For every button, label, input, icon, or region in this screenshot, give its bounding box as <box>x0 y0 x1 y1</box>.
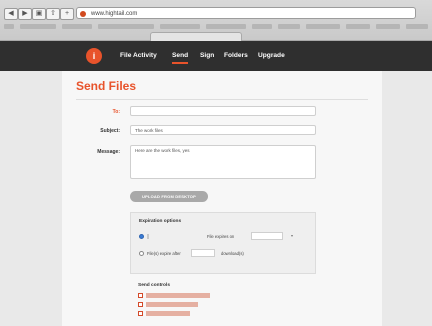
browser-tab[interactable] <box>150 32 242 41</box>
verify-recipient-label-illegible <box>146 302 198 307</box>
back-icon[interactable]: ◀ <box>4 8 18 20</box>
message-field[interactable]: Here are the work files, yes <box>130 145 316 179</box>
to-field[interactable] <box>130 106 316 116</box>
bookmark-item[interactable] <box>4 24 14 29</box>
nav-sign[interactable]: Sign <box>200 51 214 61</box>
bookmark-item[interactable] <box>98 24 154 29</box>
forward-icon[interactable]: ▶ <box>18 8 32 20</box>
expiration-options-panel: Expiration options File expires on ▾ Fil… <box>130 212 316 274</box>
expire-after-downloads-radio[interactable] <box>139 251 144 256</box>
bookmark-item[interactable] <box>278 24 300 29</box>
downloads-unit-label: download(s) <box>221 251 244 256</box>
expiry-date-select[interactable] <box>251 232 283 240</box>
nav-folders[interactable]: Folders <box>224 51 248 61</box>
bookmark-item[interactable] <box>306 24 340 29</box>
bookmark-item[interactable] <box>62 24 92 29</box>
bookmark-item[interactable] <box>376 24 400 29</box>
page-title: Send Files <box>76 79 137 93</box>
bookmark-item[interactable] <box>160 24 200 29</box>
chevron-down-icon[interactable]: ▾ <box>291 233 293 238</box>
send-files-page: Send Files To: Subject: The work files M… <box>62 71 382 326</box>
nav-file-activity[interactable]: File Activity <box>120 51 157 61</box>
browser-chrome: ◀ ▶ ▣ ⇧ + www.hightail.com <box>0 0 432 41</box>
title-divider <box>76 99 368 100</box>
bookmark-item[interactable] <box>406 24 428 29</box>
upload-from-desktop-button[interactable]: UPLOAD FROM DESKTOP <box>130 191 208 202</box>
password-protect-checkbox[interactable] <box>138 293 143 298</box>
bookmark-item[interactable] <box>20 24 56 29</box>
bookmarks-bar <box>0 22 432 31</box>
return-receipt-label-illegible <box>146 311 190 316</box>
expire-option-text-illegible <box>147 234 149 239</box>
address-text: www.hightail.com <box>91 11 138 17</box>
message-label: Message: <box>97 149 120 155</box>
site-icon <box>80 11 86 17</box>
share-icon[interactable]: ⇧ <box>46 8 60 20</box>
to-label: To: <box>112 109 120 115</box>
expiration-options-title: Expiration options <box>139 219 182 224</box>
bookmark-item[interactable] <box>346 24 370 29</box>
download-count-select[interactable] <box>191 249 215 257</box>
password-protect-label-illegible <box>146 293 210 298</box>
tabs-icon[interactable]: ▣ <box>32 8 46 20</box>
nav-upgrade[interactable]: Upgrade <box>258 51 285 61</box>
subject-label: Subject: <box>100 128 120 134</box>
bookmark-item[interactable] <box>206 24 246 29</box>
app-nav-bar: i File Activity Send Sign Folders Upgrad… <box>0 41 432 71</box>
expire-after-label: File(s) expire after <box>147 251 181 256</box>
subject-field[interactable]: The work files <box>130 125 316 135</box>
nav-send[interactable]: Send <box>172 51 189 64</box>
expire-option-label: File expires on <box>207 234 235 239</box>
add-tab-icon[interactable]: + <box>60 8 74 20</box>
verify-recipient-checkbox[interactable] <box>138 302 143 307</box>
expire-on-date-radio[interactable] <box>139 234 144 239</box>
return-receipt-checkbox[interactable] <box>138 311 143 316</box>
bookmark-item[interactable] <box>252 24 272 29</box>
hightail-logo-icon[interactable]: i <box>86 48 102 64</box>
send-controls-title: Send controls <box>138 283 170 288</box>
address-bar[interactable]: www.hightail.com <box>76 7 416 19</box>
